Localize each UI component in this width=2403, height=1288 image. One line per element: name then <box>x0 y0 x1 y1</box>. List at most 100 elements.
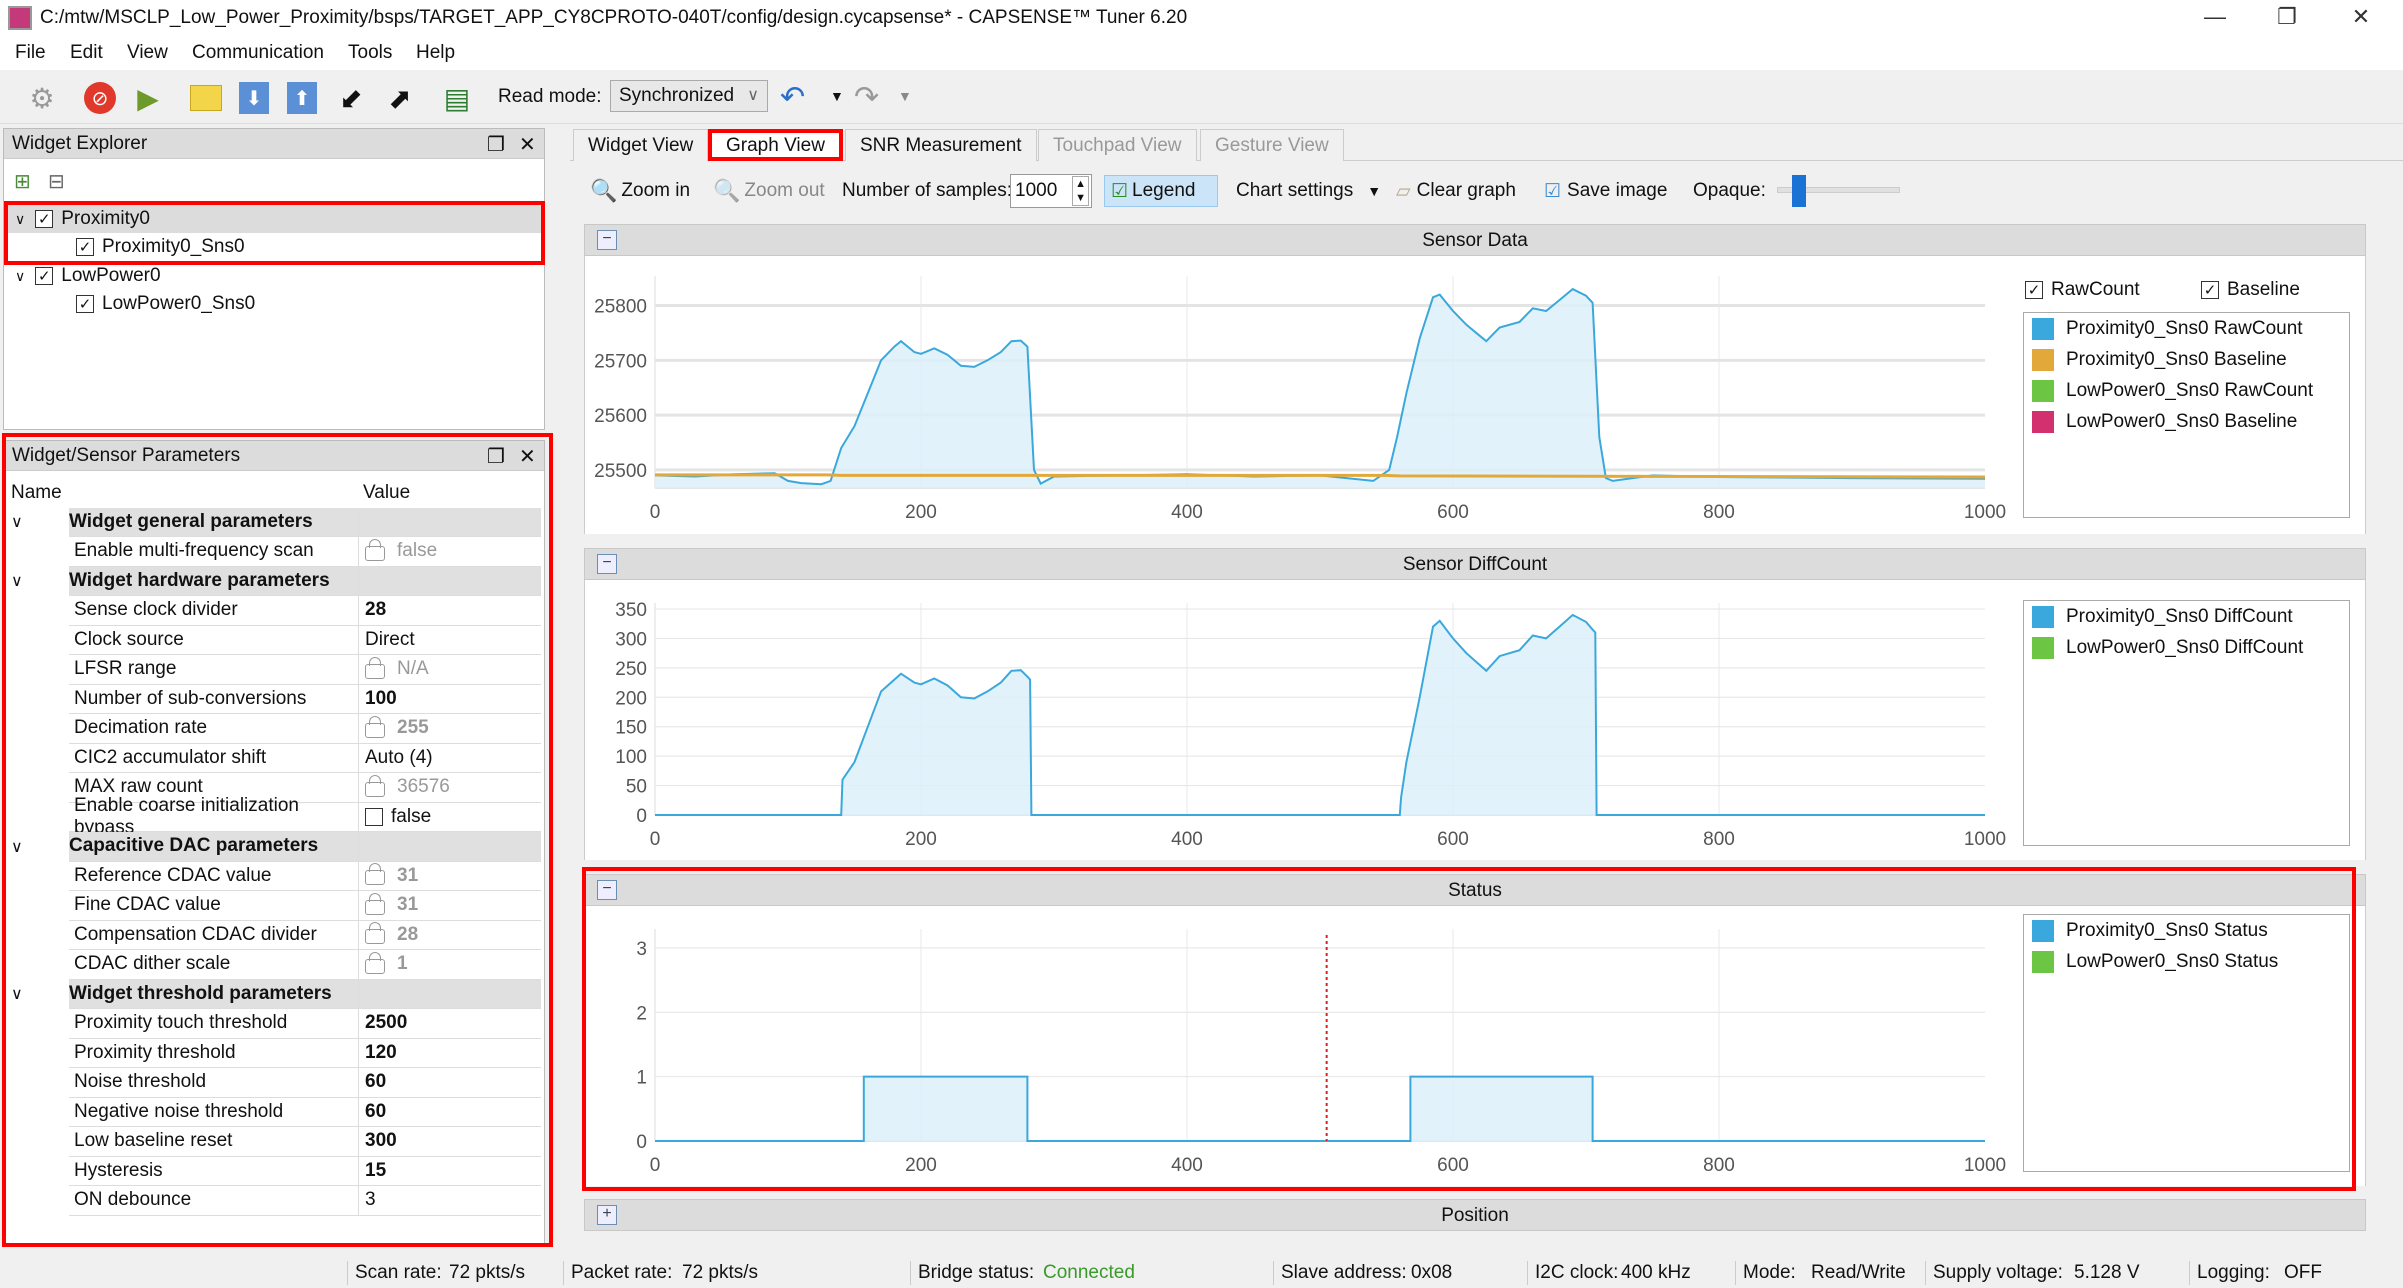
param-row[interactable]: Proximity touch threshold 2500 <box>3 1009 541 1039</box>
menu-tools[interactable]: Tools <box>348 42 392 64</box>
collapse-all-icon[interactable]: ⊟ <box>48 169 65 194</box>
close-icon[interactable]: ✕ <box>519 132 536 157</box>
zoom-out-button[interactable]: 🔍 Zoom out <box>713 175 825 207</box>
param-row[interactable]: CIC2 accumulator shift Auto (4) <box>3 743 541 773</box>
param-group[interactable]: ∨ Widget hardware parameters <box>3 566 541 596</box>
tab-gesture-view[interactable]: Gesture View <box>1200 129 1344 161</box>
param-value[interactable]: 2500 <box>358 1009 541 1039</box>
checkbox[interactable] <box>365 807 383 826</box>
param-value[interactable]: 15 <box>358 1156 541 1186</box>
param-value[interactable]: 36576 <box>358 773 541 803</box>
param-row[interactable]: Proximity threshold 120 <box>3 1038 541 1068</box>
chevron-down-icon[interactable]: ∨ <box>11 837 23 857</box>
chevron-down-icon[interactable]: ∨ <box>11 512 23 532</box>
float-icon[interactable]: ❐ <box>487 444 505 469</box>
save-image-button[interactable]: ☑ Save image <box>1544 175 1667 207</box>
tab-touchpad-view[interactable]: Touchpad View <box>1038 129 1197 161</box>
param-row[interactable]: Number of sub-conversions 100 <box>3 684 541 714</box>
undo-dropdown-icon[interactable]: ▼ <box>830 88 844 104</box>
param-value[interactable]: 60 <box>358 1068 541 1098</box>
legend-button[interactable]: ☑ Legend <box>1104 175 1218 207</box>
param-value[interactable]: 100 <box>358 684 541 714</box>
param-value[interactable]: false <box>358 802 541 832</box>
param-value[interactable]: 300 <box>358 1127 541 1157</box>
checkbox[interactable]: ✓ <box>2025 281 2043 299</box>
tree-item-proximity0[interactable]: ∨ ✓ Proximity0 <box>7 205 541 233</box>
param-value[interactable]: 28 <box>358 920 541 950</box>
gear-icon[interactable]: ⚙ <box>24 80 60 116</box>
baseline-checkbox[interactable]: ✓ Baseline <box>2201 279 2300 301</box>
spin-arrows-icon[interactable]: ▲ ▼ <box>1072 176 1089 206</box>
param-value[interactable]: 120 <box>358 1038 541 1068</box>
legend-entry[interactable]: LowPower0_Sns0 RawCount <box>2024 375 2349 406</box>
param-row[interactable]: CDAC dither scale 1 <box>3 950 541 980</box>
expand-all-icon[interactable]: ⊞ <box>14 169 31 194</box>
param-value[interactable]: 31 <box>358 891 541 921</box>
collapse-icon[interactable]: − <box>597 230 617 250</box>
read-mode-select[interactable]: Synchronized ∨ <box>610 80 768 112</box>
param-row[interactable]: Noise threshold 60 <box>3 1068 541 1098</box>
param-row[interactable]: Low baseline reset 300 <box>3 1127 541 1157</box>
param-value[interactable]: false <box>358 537 541 567</box>
export-icon[interactable]: ⬈ <box>382 80 418 116</box>
chevron-down-icon[interactable]: ∨ <box>11 571 23 591</box>
opaque-slider[interactable] <box>1777 175 1900 207</box>
param-value[interactable]: N/A <box>358 655 541 685</box>
float-icon[interactable]: ❐ <box>487 132 505 157</box>
param-row[interactable]: Clock source Direct <box>3 625 541 655</box>
param-row[interactable]: Decimation rate 255 <box>3 714 541 744</box>
param-row[interactable]: Compensation CDAC divider 28 <box>3 920 541 950</box>
download-icon[interactable]: ⬇ <box>236 80 272 116</box>
collapse-icon[interactable]: − <box>597 880 617 900</box>
tab-widget-view[interactable]: Widget View <box>573 129 709 161</box>
param-value[interactable]: 1 <box>358 950 541 980</box>
menu-file[interactable]: File <box>15 42 46 64</box>
rawcount-checkbox[interactable]: ✓ RawCount <box>2025 279 2140 301</box>
menu-view[interactable]: View <box>127 42 168 64</box>
legend-entry[interactable]: Proximity0_Sns0 DiffCount <box>2024 601 2349 632</box>
clear-graph-button[interactable]: ▱ Clear graph <box>1396 175 1516 207</box>
checkbox[interactable]: ✓ <box>76 295 94 313</box>
legend-entry[interactable]: LowPower0_Sns0 DiffCount <box>2024 632 2349 663</box>
param-value[interactable]: 255 <box>358 714 541 744</box>
undo-icon[interactable]: ↶ <box>780 80 805 115</box>
legend-entry[interactable]: LowPower0_Sns0 Baseline <box>2024 406 2349 437</box>
log-icon[interactable]: ▤ <box>439 80 475 116</box>
restore-button[interactable]: ❐ <box>2267 4 2307 30</box>
zoom-in-button[interactable]: 🔍 Zoom in <box>590 175 690 207</box>
redo-dropdown-icon[interactable]: ▼ <box>898 88 912 104</box>
chart-settings-button[interactable]: Chart settings ▼ <box>1236 175 1381 207</box>
tree-item-lowpower0[interactable]: ∨ ✓ LowPower0 <box>7 262 161 290</box>
checkbox[interactable]: ✓ <box>35 267 54 285</box>
menu-communication[interactable]: Communication <box>192 42 324 64</box>
tree-item-proximity0-sns0[interactable]: ✓ Proximity0_Sns0 <box>76 233 245 261</box>
minimize-button[interactable]: — <box>2195 4 2235 30</box>
samples-spinbox[interactable]: 1000 ▲ ▼ <box>1010 174 1092 208</box>
param-row[interactable]: Fine CDAC value 31 <box>3 891 541 921</box>
checkbox[interactable]: ✓ <box>2201 281 2219 299</box>
param-row[interactable]: Negative noise threshold 60 <box>3 1097 541 1127</box>
legend-entry[interactable]: Proximity0_Sns0 Status <box>2024 915 2349 946</box>
legend-entry[interactable]: LowPower0_Sns0 Status <box>2024 946 2349 977</box>
checkbox[interactable]: ✓ <box>35 210 54 228</box>
legend-entry[interactable]: Proximity0_Sns0 Baseline <box>2024 344 2349 375</box>
param-value[interactable]: 3 <box>358 1186 541 1216</box>
slider-thumb[interactable] <box>1792 175 1807 207</box>
chevron-down-icon[interactable]: ∨ <box>15 268 25 285</box>
param-group[interactable]: ∨ Widget general parameters <box>3 507 541 537</box>
param-row[interactable]: Enable coarse initialization bypass false <box>3 795 541 838</box>
param-value[interactable]: 60 <box>358 1097 541 1127</box>
param-group[interactable]: ∨ Widget threshold parameters <box>3 979 541 1009</box>
param-row[interactable]: LFSR range N/A <box>3 655 541 685</box>
checkbox[interactable]: ✓ <box>76 238 94 256</box>
param-value[interactable]: 28 <box>358 596 541 626</box>
param-value[interactable]: Auto (4) <box>358 743 541 773</box>
import-icon[interactable]: ⬋ <box>333 80 369 116</box>
param-row[interactable]: Sense clock divider 28 <box>3 596 541 626</box>
play-icon[interactable]: ▶ <box>130 80 166 116</box>
collapse-icon[interactable]: − <box>597 554 617 574</box>
param-row[interactable]: Reference CDAC value 31 <box>3 861 541 891</box>
upload-icon[interactable]: ⬆ <box>284 80 320 116</box>
redo-icon[interactable]: ↷ <box>854 80 879 115</box>
chevron-down-icon[interactable]: ∨ <box>15 211 25 228</box>
